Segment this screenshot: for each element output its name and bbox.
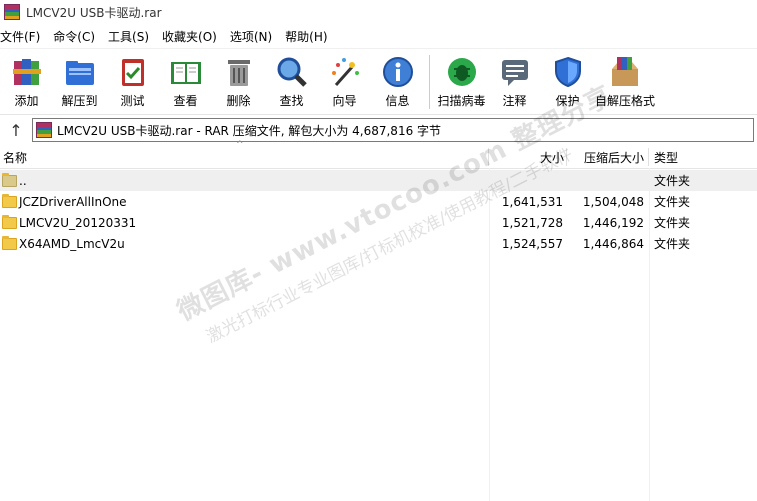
address-bar: ↑ LMCV2U USB卡驱动.rar - RAR 压缩文件, 解包大小为 4,…	[0, 114, 757, 145]
folder-extract-icon	[63, 55, 97, 89]
scan-virus-button[interactable]: 扫描病毒	[435, 55, 488, 109]
row-type: 文件夹	[654, 237, 691, 251]
table-row[interactable]: X64AMD_LmcV2u 1,524,557 1,446,864 文件夹	[0, 233, 757, 254]
table-row[interactable]: JCZDriverAllInOne 1,641,531 1,504,048 文件…	[0, 191, 757, 212]
comment-label: 注释	[502, 94, 527, 108]
column-size-label: 大小	[539, 150, 564, 165]
delete-button[interactable]: 删除	[212, 55, 265, 109]
clipboard-check-icon	[116, 55, 150, 89]
table-row[interactable]: .. 文件夹	[0, 170, 757, 191]
title-bar: LMCV2U USB卡驱动.rar	[0, 0, 757, 24]
column-packed-label: 压缩后大小	[583, 150, 644, 165]
archive-icon	[36, 122, 52, 138]
extract-button[interactable]: 解压到	[53, 55, 106, 109]
menu-commands[interactable]: 命令(C)	[53, 28, 100, 45]
find-label: 查找	[279, 94, 304, 108]
magic-wand-icon	[328, 55, 362, 89]
column-name-label: 名称	[3, 150, 28, 165]
menu-tools[interactable]: 工具(S)	[108, 28, 154, 45]
row-type: 文件夹	[654, 216, 691, 230]
column-type-label: 类型	[654, 150, 679, 165]
row-type: 文件夹	[654, 174, 691, 188]
protect-label: 保护	[555, 94, 580, 108]
find-button[interactable]: 查找	[265, 55, 318, 109]
open-book-icon	[169, 55, 203, 89]
row-packed	[567, 170, 644, 191]
protect-button[interactable]: 保护	[541, 55, 594, 109]
menu-file[interactable]: 文件(F)	[0, 28, 45, 45]
add-button[interactable]: 添加	[0, 55, 53, 109]
info-button[interactable]: 信息	[371, 55, 424, 109]
row-name: LMCV2U_20120331	[19, 215, 137, 230]
window-title: LMCV2U USB卡驱动.rar	[26, 5, 162, 20]
table-header: ^ 名称 大小 压缩后大小 类型	[0, 140, 757, 169]
row-size: 1,521,728	[501, 215, 563, 230]
row-packed: 1,446,192	[582, 215, 644, 230]
view-button[interactable]: 查看	[159, 55, 212, 109]
wizard-button[interactable]: 向导	[318, 55, 371, 109]
folder-icon	[2, 235, 17, 250]
info-label: 信息	[385, 94, 410, 108]
trash-icon	[222, 55, 256, 89]
toolbar: 添加 解压到 测试 查看 删除 查找 向导 信息 扫描病毒 注释 保护 自解压格…	[0, 48, 757, 114]
toolbar-separator	[429, 55, 430, 109]
column-packed[interactable]: 压缩后大小	[567, 146, 649, 168]
folder-up-icon	[2, 172, 17, 187]
shield-icon	[551, 55, 585, 89]
row-size: 1,524,557	[501, 236, 563, 251]
test-button[interactable]: 测试	[106, 55, 159, 109]
address-text: LMCV2U USB卡驱动.rar - RAR 压缩文件, 解包大小为 4,68…	[57, 123, 442, 138]
delete-label: 删除	[226, 94, 251, 108]
row-size	[489, 170, 563, 191]
column-name[interactable]: 名称	[0, 146, 489, 168]
column-size[interactable]: 大小	[489, 146, 567, 168]
sfx-label: 自解压格式	[594, 94, 655, 108]
row-type: 文件夹	[654, 195, 691, 209]
column-type[interactable]: 类型	[649, 146, 757, 168]
row-packed: 1,446,864	[582, 236, 644, 251]
row-size: 1,641,531	[501, 194, 563, 209]
up-arrow-icon[interactable]: ↑	[0, 116, 32, 144]
menu-bar: 文件(F) 命令(C) 工具(S) 收藏夹(O) 选项(N) 帮助(H)	[0, 24, 757, 48]
test-label: 测试	[120, 94, 145, 108]
row-name: ..	[19, 173, 27, 188]
add-label: 添加	[14, 94, 39, 108]
view-label: 查看	[173, 94, 198, 108]
menu-favorites[interactable]: 收藏夹(O)	[162, 28, 222, 45]
comment-icon	[498, 55, 532, 89]
row-name: JCZDriverAllInOne	[19, 194, 127, 209]
winrar-icon	[4, 4, 20, 20]
sfx-button[interactable]: 自解压格式	[594, 55, 656, 109]
address-field[interactable]: LMCV2U USB卡驱动.rar - RAR 压缩文件, 解包大小为 4,68…	[32, 118, 754, 142]
magnifier-icon	[275, 55, 309, 89]
row-name: X64AMD_LmcV2u	[19, 236, 125, 251]
bug-icon	[445, 55, 479, 89]
folder-icon	[2, 193, 17, 208]
sfx-box-icon	[608, 55, 642, 89]
info-icon	[381, 55, 415, 89]
table-row[interactable]: LMCV2U_20120331 1,521,728 1,446,192 文件夹	[0, 212, 757, 233]
folder-icon	[2, 214, 17, 229]
menu-options[interactable]: 选项(N)	[230, 28, 277, 45]
wizard-label: 向导	[332, 94, 357, 108]
books-icon	[10, 55, 44, 89]
row-packed: 1,504,048	[582, 194, 644, 209]
menu-help[interactable]: 帮助(H)	[285, 28, 332, 45]
scan-virus-label: 扫描病毒	[437, 94, 486, 108]
comment-button[interactable]: 注释	[488, 55, 541, 109]
extract-label: 解压到	[61, 94, 98, 108]
